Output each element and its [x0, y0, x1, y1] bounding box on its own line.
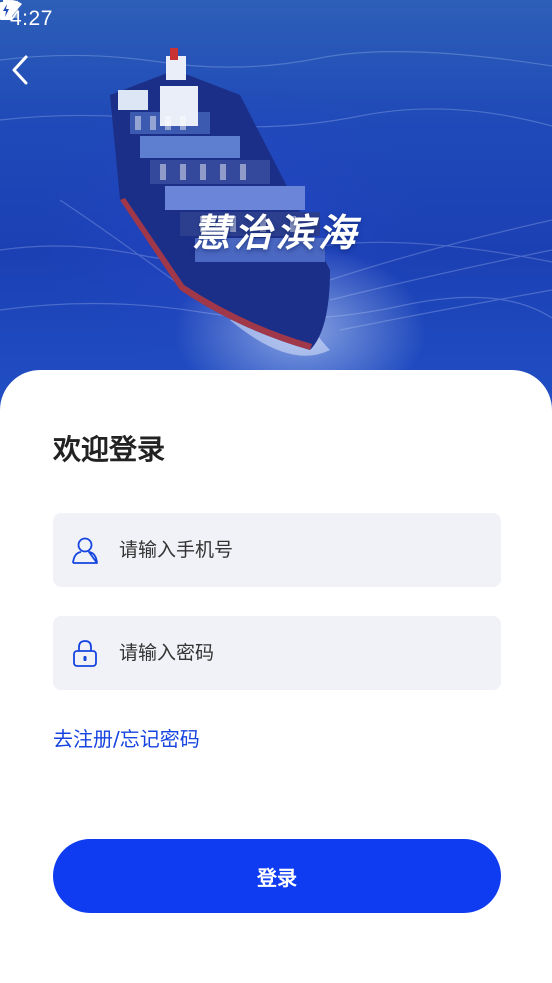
user-icon	[69, 534, 101, 566]
hero-banner: 4:27 慧治滨海	[0, 0, 552, 420]
account-links: 去注册/ 忘记密码	[53, 723, 200, 752]
status-bar: 4:27	[0, 0, 552, 38]
login-screen: 4:27 慧治滨海 欢迎登录 请输入手机号 去注册/ 忘记密码 登录	[0, 0, 552, 983]
back-button[interactable]	[10, 55, 46, 95]
phone-input[interactable]	[119, 513, 501, 587]
register-link[interactable]: 去注册/	[53, 723, 120, 752]
chevron-left-icon	[12, 55, 28, 85]
phone-field[interactable]	[53, 513, 501, 587]
login-button[interactable]: 登录	[53, 839, 501, 913]
login-card: 欢迎登录 去注册/ 忘记密码 登	[0, 370, 552, 983]
welcome-title: 欢迎登录	[53, 433, 166, 466]
password-field[interactable]	[53, 616, 501, 690]
brand-title: 慧治滨海	[191, 211, 360, 255]
battery-charging-icon	[0, 0, 12, 20]
lock-icon	[69, 637, 101, 669]
forgot-password-link[interactable]: 忘记密码	[120, 723, 200, 752]
password-input[interactable]	[119, 616, 501, 690]
